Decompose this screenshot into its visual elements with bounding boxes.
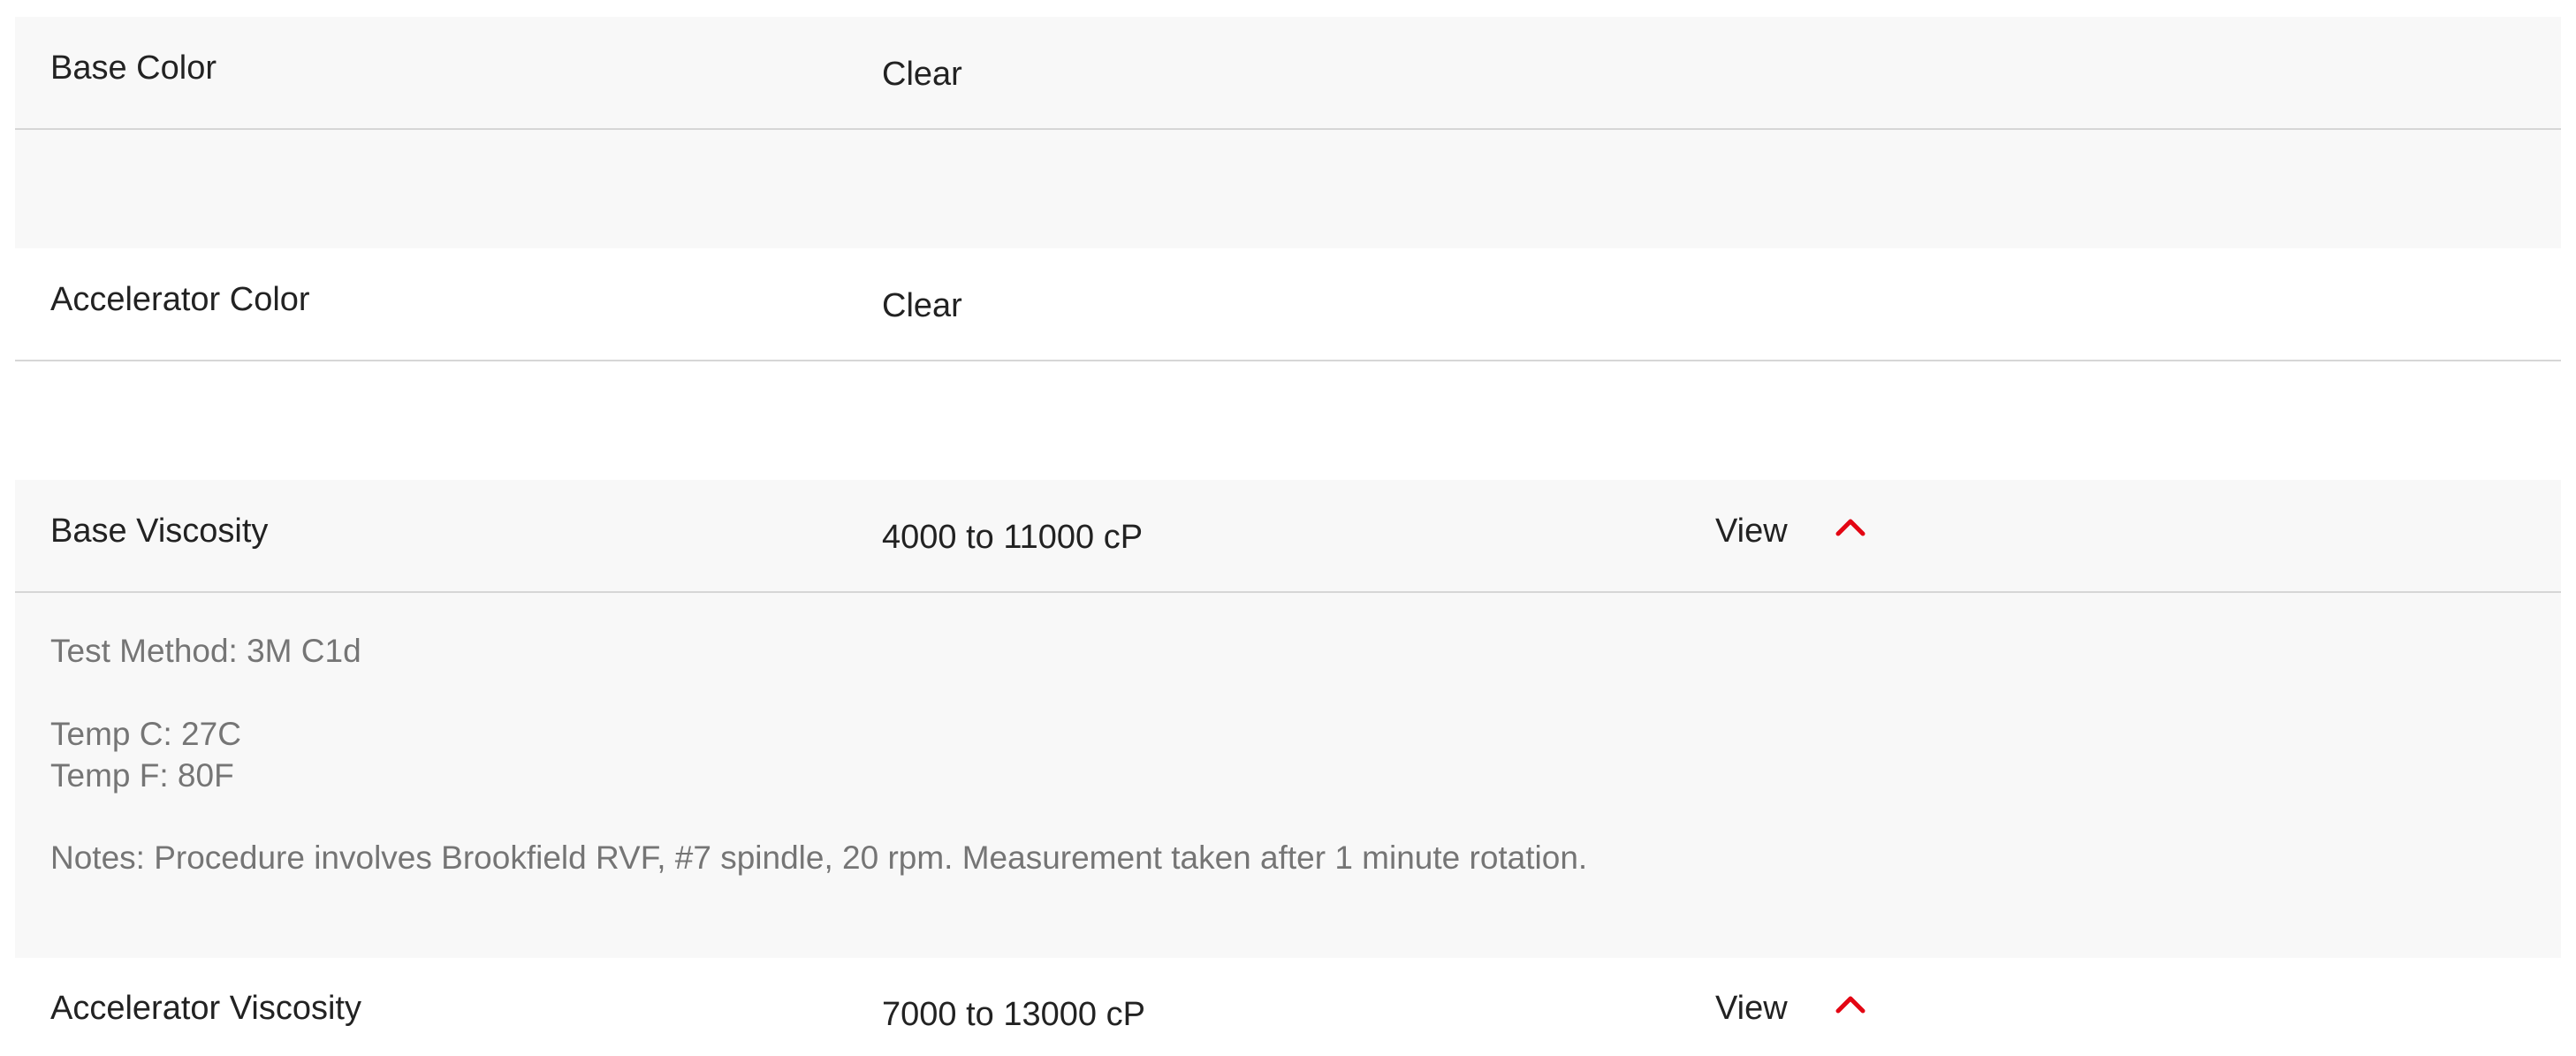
view-details-link[interactable]: View	[1715, 989, 1788, 1028]
property-row-base-viscosity: Base Viscosity 4000 to 11000 cP View	[15, 480, 2561, 593]
property-table: Base Color Clear Accelerator Color Clear…	[0, 0, 2576, 1056]
chevron-up-icon[interactable]	[1835, 517, 1866, 536]
chevron-up-icon[interactable]	[1835, 994, 1866, 1014]
property-row-accelerator-color: Accelerator Color Clear	[15, 248, 2561, 361]
details-panel-base-viscosity: Test Method: 3M C1d Temp C: 27C Temp F: …	[15, 593, 2561, 958]
property-label: Base Viscosity	[50, 513, 269, 550]
property-value: 7000 to 13000 cP	[882, 996, 1145, 1033]
temp-f-text: Temp F: 80F	[50, 757, 234, 794]
property-value: Clear	[882, 56, 962, 93]
view-details-link[interactable]: View	[1715, 512, 1788, 551]
property-label: Accelerator Viscosity	[50, 990, 361, 1027]
property-label: Accelerator Color	[50, 281, 310, 318]
property-label: Base Color	[50, 49, 217, 87]
property-value: Clear	[882, 287, 962, 324]
notes-text: Notes: Procedure involves Brookfield RVF…	[50, 839, 1588, 876]
temp-c-text: Temp C: 27C	[50, 716, 241, 752]
row-spacer	[15, 130, 2561, 248]
property-row-accelerator-viscosity: Accelerator Viscosity 7000 to 13000 cP V…	[15, 958, 2561, 1056]
property-value: 4000 to 11000 cP	[882, 519, 1144, 556]
test-method-text: Test Method: 3M C1d	[50, 633, 361, 669]
property-row-base-color: Base Color Clear	[15, 17, 2561, 130]
